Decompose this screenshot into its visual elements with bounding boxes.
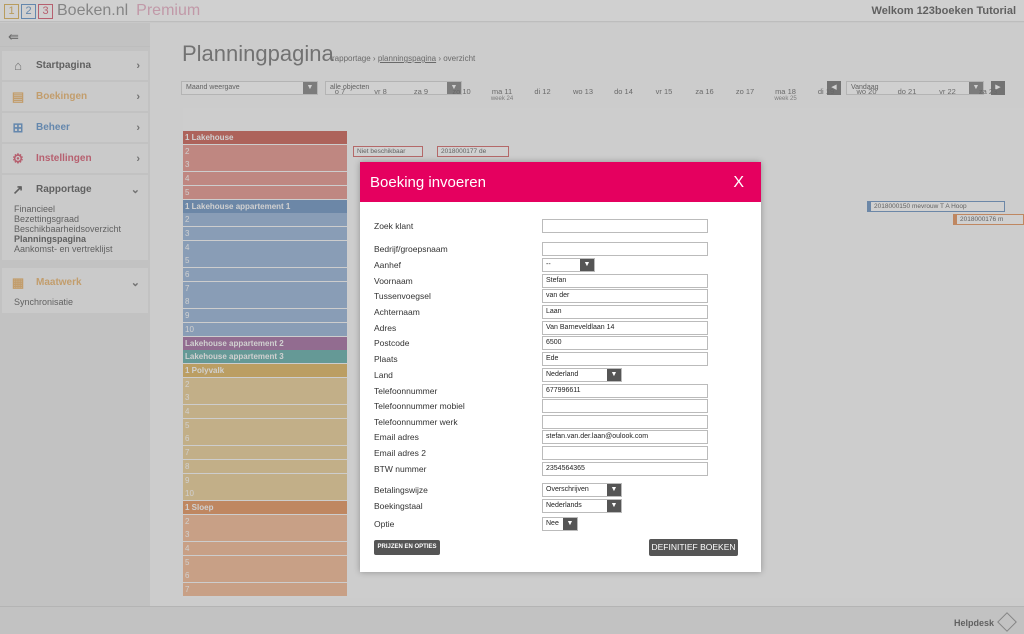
input-field[interactable] (542, 399, 708, 413)
input-field[interactable]: van der (542, 289, 708, 303)
field-label: Tussenvoegsel (374, 291, 431, 301)
field-label: Telefoonnummer (374, 386, 438, 396)
field-label: Boekingstaal (374, 501, 423, 511)
select-value: Nederland (546, 371, 579, 378)
field-label: Bedrijf/groepsnaam (374, 244, 448, 254)
chevron-down-icon: ▼ (563, 518, 577, 530)
field-label: Achternaam (374, 307, 420, 317)
input-field[interactable] (542, 242, 708, 256)
field-label: Voornaam (374, 276, 413, 286)
input-field[interactable]: stefan.van.der.laan@oulook.com (542, 430, 708, 444)
dialog-title: Boeking invoeren (370, 174, 486, 191)
input-field[interactable]: 677996611 (542, 384, 708, 398)
booking-dialog: Boeking invoeren X Zoek klant Bedrijf/gro… (360, 162, 761, 572)
input-field[interactable]: Ede (542, 352, 708, 366)
input-field[interactable]: 6500 (542, 336, 708, 350)
chevron-down-icon: ▼ (607, 500, 621, 512)
field-label: Optie (374, 519, 395, 529)
input-field[interactable] (542, 415, 708, 429)
chevron-down-icon: ▼ (607, 484, 621, 496)
select-value: Nederlands (546, 502, 582, 509)
field-label: Telefoonnummer werk (374, 417, 458, 427)
input-field[interactable]: Laan (542, 305, 708, 319)
input-field[interactable]: Van Barneveldlaan 14 (542, 321, 708, 335)
chevron-down-icon: ▼ (580, 259, 594, 271)
select-field[interactable]: -- ▼ (542, 258, 595, 272)
input-field[interactable]: Stefan (542, 274, 708, 288)
field-label: Email adres (374, 432, 419, 442)
input-field[interactable] (542, 219, 708, 233)
prices-options-button[interactable]: PRIJZEN EN OPTIES (374, 540, 440, 555)
field-label: Email adres 2 (374, 448, 426, 458)
field-label: Postcode (374, 338, 410, 348)
select-value: -- (546, 261, 551, 268)
select-value: Nee (546, 520, 559, 527)
chevron-down-icon: ▼ (607, 369, 621, 381)
field-label: Telefoonnummer mobiel (374, 401, 465, 411)
close-button[interactable]: X (733, 174, 744, 192)
field-label: Land (374, 370, 393, 380)
input-field[interactable] (542, 446, 708, 460)
input-field[interactable]: 2354564365 (542, 462, 708, 476)
select-field[interactable]: Overschrijven ▼ (542, 483, 622, 497)
select-value: Overschrijven (546, 486, 589, 493)
select-field[interactable]: Nee ▼ (542, 517, 578, 531)
select-field[interactable]: Nederland ▼ (542, 368, 622, 382)
field-label: Adres (374, 323, 397, 333)
field-label: Plaats (374, 354, 398, 364)
field-label: BTW nummer (374, 464, 427, 474)
select-field[interactable]: Nederlands ▼ (542, 499, 622, 513)
dialog-header: Boeking invoeren X (360, 162, 761, 202)
field-label: Betalingswijze (374, 485, 428, 495)
field-label: Zoek klant (374, 221, 414, 231)
field-label: Aanhef (374, 260, 401, 270)
confirm-booking-button[interactable]: DEFINITIEF BOEKEN (649, 539, 738, 556)
